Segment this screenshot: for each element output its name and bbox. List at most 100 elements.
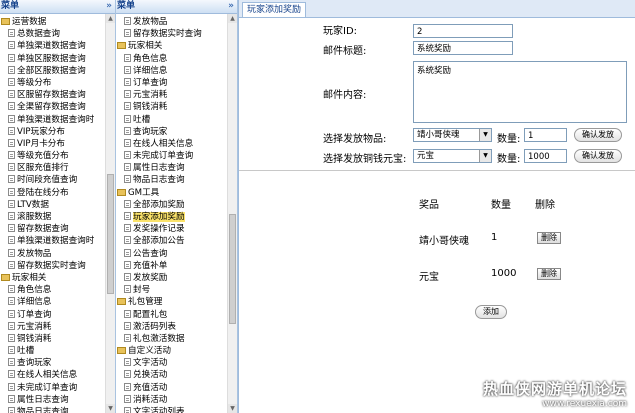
menu-item-label: 玩家添加奖励 xyxy=(133,212,185,222)
item-confirm-button[interactable]: 确认发放 xyxy=(574,128,622,142)
menu-item[interactable]: 发奖操作记录 xyxy=(116,223,227,235)
menu-item[interactable]: 文字活动 xyxy=(116,357,227,369)
menu-item[interactable]: 未完成订单查询 xyxy=(0,382,104,394)
document-icon xyxy=(124,77,131,86)
mail-content-textarea[interactable]: 系统奖励 xyxy=(413,61,627,123)
add-button[interactable]: 添加 xyxy=(475,305,507,319)
menu-item[interactable]: 等级充值分布 xyxy=(0,150,104,162)
menu-item[interactable]: 滚服数据 xyxy=(0,211,104,223)
player-id-input[interactable]: 2 xyxy=(413,24,513,38)
menu-item[interactable]: 详细信息 xyxy=(116,65,227,77)
menu-item-label: GM工具 xyxy=(128,187,160,198)
menu-item[interactable]: 全部添加奖励 xyxy=(116,199,227,211)
collapse-icon[interactable]: » xyxy=(106,0,112,13)
menu-item[interactable]: 消耗活动 xyxy=(116,394,227,406)
menu-item[interactable]: 单独渠道数据查询 xyxy=(0,40,104,52)
menu-item[interactable]: 兑换活动 xyxy=(116,369,227,381)
menu-item[interactable]: 留存数据实时查询 xyxy=(116,28,227,40)
menu-folder[interactable]: 礼包管理 xyxy=(116,296,227,308)
menu-folder[interactable]: 自定义活动 xyxy=(116,345,227,357)
tab-player-reward[interactable]: 玩家添加奖励 xyxy=(242,2,307,17)
menu-item[interactable]: 全部区服数据查询 xyxy=(0,65,104,77)
menu-item[interactable]: 铜钱消耗 xyxy=(116,101,227,113)
menu-item-label: 玩家相关 xyxy=(128,41,163,52)
menu-item[interactable]: 查询玩家 xyxy=(116,126,227,138)
menu-item[interactable]: 总数据查询 xyxy=(0,28,104,40)
menu-item[interactable]: 在线人相关信息 xyxy=(116,138,227,150)
scroll-down-icon[interactable]: ▼ xyxy=(228,404,237,413)
menu-item[interactable]: LTV数据 xyxy=(0,199,104,211)
menu-item[interactable]: 单独渠道数据查询时 xyxy=(0,114,104,126)
menu-item[interactable]: 充值补单 xyxy=(116,260,227,272)
menu-item[interactable]: 查询玩家 xyxy=(0,357,104,369)
menu-item[interactable]: 区服充值排行 xyxy=(0,162,104,174)
menu-item[interactable]: 区服留存数据查询 xyxy=(0,89,104,101)
mail-title-input[interactable]: 系统奖励 xyxy=(413,41,513,55)
menu-item[interactable]: 物品日志查询 xyxy=(116,174,227,186)
scrollbar-right[interactable]: ▲ ▼ xyxy=(227,14,237,413)
menu-item[interactable]: 公告查询 xyxy=(116,248,227,260)
delete-button[interactable]: 删除 xyxy=(537,268,561,280)
menu-item[interactable]: 留存数据查询 xyxy=(0,223,104,235)
menu-item[interactable]: 订单查询 xyxy=(0,309,104,321)
scroll-thumb[interactable] xyxy=(229,214,236,324)
collapse-icon[interactable]: » xyxy=(228,0,234,13)
coin-confirm-button[interactable]: 确认发放 xyxy=(574,149,622,163)
menu-item[interactable]: 属性日志查询 xyxy=(116,162,227,174)
menu-folder[interactable]: 玩家相关 xyxy=(0,272,104,284)
menu-item-label: 属性日志查询 xyxy=(133,163,185,174)
menu-item[interactable]: 角色信息 xyxy=(0,284,104,296)
menu-item[interactable]: 玩家添加奖励 xyxy=(116,211,227,223)
menu-item[interactable]: 订单查询 xyxy=(116,77,227,89)
menu-item[interactable]: 配置礼包 xyxy=(116,309,227,321)
menu-item[interactable]: 封号 xyxy=(116,284,227,296)
menu-item[interactable]: 发放奖励 xyxy=(116,272,227,284)
menu-folder[interactable]: 运营数据 xyxy=(0,16,104,28)
menu-item[interactable]: 发放物品 xyxy=(0,248,104,260)
scroll-up-icon[interactable]: ▲ xyxy=(228,14,237,23)
menu-item[interactable]: 元宝消耗 xyxy=(0,321,104,333)
menu-item[interactable]: 礼包激活数据 xyxy=(116,333,227,345)
menu-item[interactable]: 元宝消耗 xyxy=(116,89,227,101)
menu-item[interactable]: 吐槽 xyxy=(116,114,227,126)
menu-item[interactable]: 充值活动 xyxy=(116,382,227,394)
coin-select[interactable]: 元宝 ▼ xyxy=(413,149,492,163)
menu-item[interactable]: 角色信息 xyxy=(116,53,227,65)
menu-item[interactable]: 文字活动列表 xyxy=(116,406,227,413)
chevron-down-icon[interactable]: ▼ xyxy=(479,129,491,141)
menu-item[interactable]: 物品日志查询 xyxy=(0,406,104,413)
document-icon xyxy=(124,65,131,74)
menu-item[interactable]: 登陆在线分布 xyxy=(0,187,104,199)
menu-item[interactable]: 全渠留存数据查询 xyxy=(0,101,104,113)
menu-item[interactable]: 属性日志查询 xyxy=(0,394,104,406)
menu-folder[interactable]: 玩家相关 xyxy=(116,40,227,52)
delete-button[interactable]: 删除 xyxy=(537,232,561,244)
item-qty-input[interactable]: 1 xyxy=(524,128,567,142)
menu-item[interactable]: 单独渠道数据查询时 xyxy=(0,235,104,247)
menu-item[interactable]: 激活码列表 xyxy=(116,321,227,333)
menu-item[interactable]: 详细信息 xyxy=(0,296,104,308)
scroll-down-icon[interactable]: ▼ xyxy=(106,404,115,413)
menu-item[interactable]: 铜钱消耗 xyxy=(0,333,104,345)
document-icon xyxy=(124,358,131,367)
menu-item-label: 未完成订单查询 xyxy=(17,382,78,393)
scroll-thumb[interactable] xyxy=(107,174,114,294)
menu-item[interactable]: 未完成订单查询 xyxy=(116,150,227,162)
coin-qty-input[interactable]: 1000 xyxy=(524,149,567,163)
menu-item[interactable]: 单独区服数据查询 xyxy=(0,53,104,65)
menu-folder[interactable]: GM工具 xyxy=(116,187,227,199)
scrollbar-left[interactable]: ▲ ▼ xyxy=(105,14,115,413)
menu-item[interactable]: 留存数据实时查询 xyxy=(0,260,104,272)
menu-item[interactable]: 发放物品 xyxy=(116,16,227,28)
document-icon xyxy=(124,138,131,147)
menu-item[interactable]: 吐槽 xyxy=(0,345,104,357)
menu-item[interactable]: 等级分布 xyxy=(0,77,104,89)
scroll-up-icon[interactable]: ▲ xyxy=(106,14,115,23)
item-select[interactable]: 靖小哥侠魂 ▼ xyxy=(413,128,492,142)
menu-item[interactable]: 全部添加公告 xyxy=(116,235,227,247)
menu-item[interactable]: 时间段充值查询 xyxy=(0,174,104,186)
chevron-down-icon[interactable]: ▼ xyxy=(479,150,491,162)
menu-item[interactable]: VIP月卡分布 xyxy=(0,138,104,150)
menu-item[interactable]: VIP玩家分布 xyxy=(0,126,104,138)
menu-item[interactable]: 在线人相关信息 xyxy=(0,369,104,381)
